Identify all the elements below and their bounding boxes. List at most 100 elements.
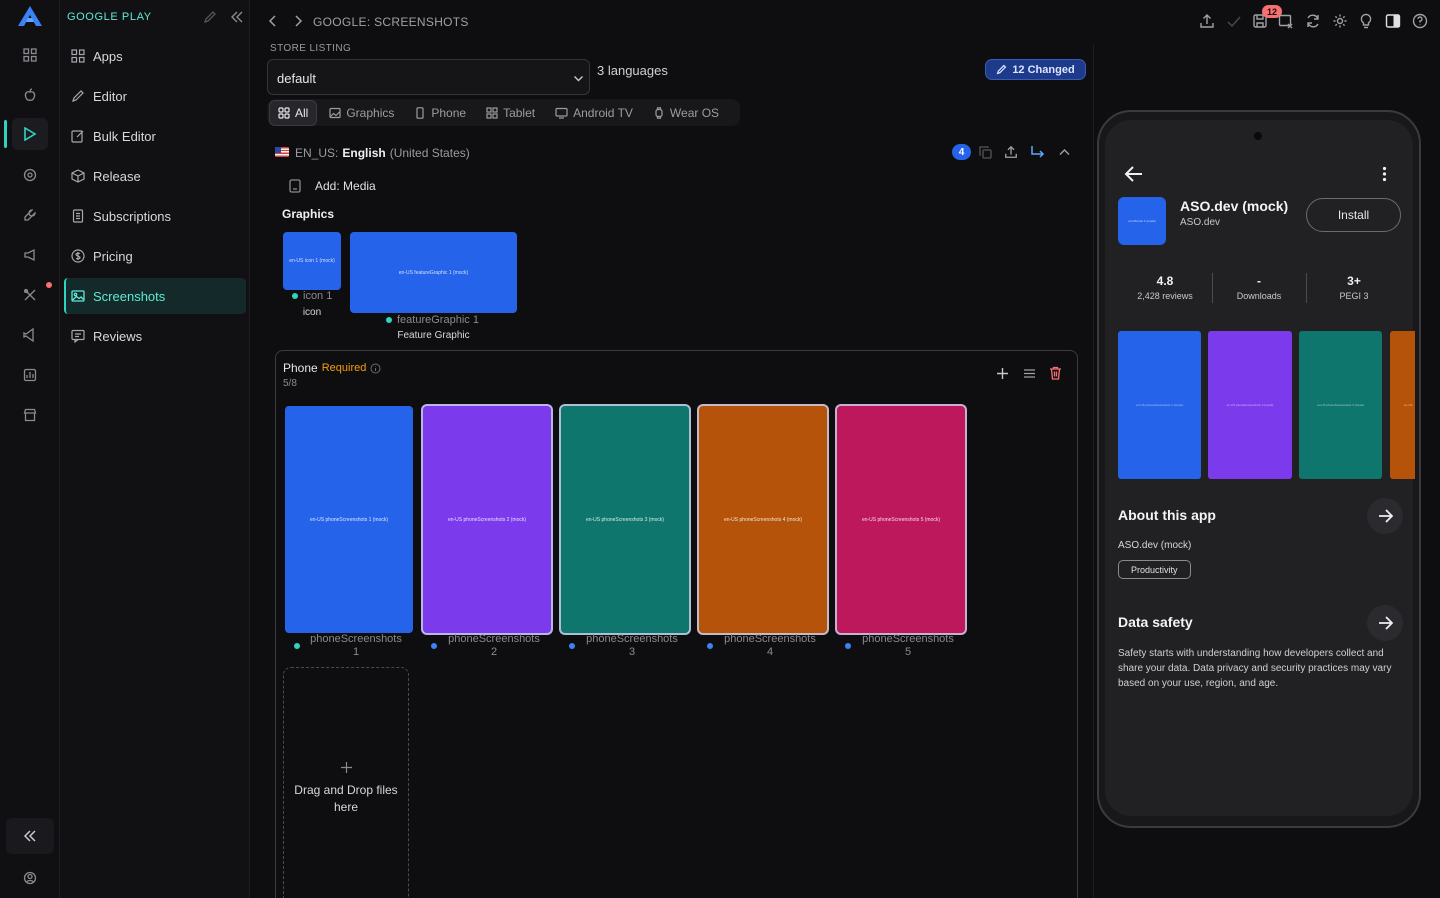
filter-phone[interactable]: Phone bbox=[406, 100, 474, 126]
pegi-value: 3+ bbox=[1347, 274, 1361, 288]
filter-android-tv[interactable]: Android TV bbox=[547, 100, 641, 126]
back-arrow-icon[interactable] bbox=[1124, 165, 1143, 183]
branch-arrow-icon[interactable] bbox=[1030, 145, 1045, 159]
filter-label: Android TV bbox=[573, 105, 633, 120]
nav-item-release[interactable]: Release bbox=[64, 158, 246, 194]
filter-label: All bbox=[295, 105, 309, 120]
forward-arrow-icon[interactable] bbox=[292, 15, 304, 27]
downloads-label: Downloads bbox=[1236, 291, 1282, 301]
screenshot-label-index: 5 bbox=[904, 646, 912, 658]
nav-item-label: Release bbox=[93, 168, 141, 184]
preview-screenshot: en-US phoneScreenshots 1 (mock) bbox=[1118, 331, 1201, 479]
nav-item-apps[interactable]: Apps bbox=[64, 38, 246, 74]
account-icon[interactable] bbox=[12, 862, 48, 894]
collapse-rail-icon[interactable] bbox=[6, 818, 54, 854]
nav-item-editor[interactable]: Editor bbox=[64, 78, 246, 114]
phone-screenshot[interactable]: en-US phoneScreenshots 2 (mock) bbox=[421, 404, 553, 635]
languages-count: 3 languages bbox=[597, 63, 668, 78]
filter-tablet[interactable]: Tablet bbox=[478, 100, 543, 126]
wrench-icon[interactable] bbox=[12, 199, 48, 231]
nav-item-screenshots[interactable]: Screenshots bbox=[64, 278, 246, 314]
preview-screenshot: en-US phoneScreenshots 3 (mock) bbox=[1299, 331, 1382, 479]
screenshot-label-name: phoneScreenshots bbox=[862, 633, 954, 645]
phone-screenshot[interactable]: en-US phoneScreenshots 5 (mock) bbox=[835, 404, 967, 635]
settings-icon[interactable] bbox=[1332, 13, 1348, 29]
megaphone-icon[interactable] bbox=[12, 239, 48, 271]
nav-item-label: Reviews bbox=[93, 328, 143, 344]
store-icon[interactable] bbox=[12, 399, 48, 431]
aso-logo[interactable] bbox=[17, 5, 43, 27]
info-icon[interactable] bbox=[370, 363, 381, 374]
phone-screenshot[interactable]: en-US phoneScreenshots 1 (mock) bbox=[285, 406, 413, 633]
phone-section-title: Phone Required bbox=[283, 361, 381, 375]
target-icon[interactable] bbox=[12, 159, 48, 191]
filter-graphics[interactable]: Graphics bbox=[321, 100, 402, 126]
about-arrow-icon[interactable] bbox=[1367, 498, 1403, 534]
changed-badge[interactable]: 12 Changed bbox=[985, 59, 1086, 80]
pencil-icon[interactable] bbox=[203, 10, 217, 24]
pegi-stat: 3+ PEGI 3 bbox=[1307, 274, 1401, 301]
listing-select[interactable]: default bbox=[267, 59, 590, 95]
install-button[interactable]: Install bbox=[1306, 198, 1401, 232]
list-icon[interactable] bbox=[1023, 367, 1036, 380]
category-chip[interactable]: Productivity bbox=[1118, 560, 1191, 579]
image-remove-icon[interactable] bbox=[1278, 13, 1294, 29]
dropzone[interactable]: Drag and Drop files here bbox=[283, 667, 409, 898]
phone-screenshot[interactable]: en-US phoneScreenshots 4 (mock) bbox=[697, 404, 829, 635]
changed-badge-label: 12 Changed bbox=[1012, 63, 1075, 76]
upload-icon[interactable] bbox=[1004, 145, 1018, 159]
apps-grid-icon[interactable] bbox=[12, 39, 48, 71]
add-media-icon[interactable] bbox=[289, 179, 302, 193]
preview-screenshot: en-US phoneScreenshots 2 (mock) bbox=[1208, 331, 1292, 479]
check-icon[interactable] bbox=[1226, 13, 1242, 29]
package-icon bbox=[71, 169, 85, 183]
help-icon[interactable] bbox=[1412, 13, 1428, 29]
filter-label: Phone bbox=[431, 105, 467, 120]
data-safety-title: Data safety bbox=[1118, 614, 1193, 630]
reviews-label: 2,428 reviews bbox=[1137, 291, 1193, 301]
google-play-icon[interactable] bbox=[4, 118, 48, 150]
phone-screenshot[interactable]: en-US phoneScreenshots 3 (mock) bbox=[559, 404, 691, 635]
panel-toggle-icon[interactable] bbox=[1385, 13, 1401, 29]
filter-wear-os[interactable]: Wear OS bbox=[645, 100, 727, 126]
nav-item-pricing[interactable]: Pricing bbox=[64, 238, 246, 274]
filter-all[interactable]: All bbox=[269, 99, 318, 126]
apple-icon[interactable] bbox=[12, 79, 48, 111]
upload-icon[interactable] bbox=[1199, 13, 1215, 29]
back-arrow-icon[interactable] bbox=[267, 15, 279, 27]
locale-title[interactable]: EN_US: English (United States) bbox=[295, 146, 470, 160]
lightbulb-icon[interactable] bbox=[1358, 13, 1374, 29]
icon-thumbnail[interactable]: en-US icon 1 (mock) bbox=[283, 232, 341, 290]
filter-label: Tablet bbox=[503, 105, 536, 120]
rating-stat: 4.8 2,428 reviews bbox=[1118, 274, 1212, 301]
feature-graphic-thumbnail[interactable]: en-US featureGraphic 1 (mock) bbox=[350, 232, 517, 313]
trash-icon[interactable] bbox=[1049, 366, 1062, 380]
more-vert-icon[interactable] bbox=[1382, 166, 1387, 182]
add-media-button[interactable]: Add: Media bbox=[315, 179, 376, 193]
add-icon[interactable] bbox=[996, 367, 1009, 380]
camera-notch bbox=[1254, 132, 1262, 140]
nav-item-bulk-editor[interactable]: Bulk Editor bbox=[64, 118, 246, 154]
locale-region: (United States) bbox=[389, 146, 470, 160]
screenshot-label-index: 1 bbox=[352, 646, 360, 658]
phone-icon bbox=[416, 106, 424, 119]
data-safety-text: Safety starts with understanding how dev… bbox=[1118, 648, 1392, 689]
analytics-icon[interactable] bbox=[12, 359, 48, 391]
feature-file-label: featureGraphic 1 bbox=[397, 314, 479, 326]
vscode-icon[interactable] bbox=[12, 319, 48, 351]
copy-icon[interactable] bbox=[979, 146, 992, 159]
required-label: Required bbox=[321, 362, 367, 374]
icon-type-label: icon bbox=[302, 307, 322, 318]
preview-developer: ASO.dev bbox=[1180, 217, 1221, 228]
watch-icon bbox=[655, 106, 663, 119]
chevron-up-icon[interactable] bbox=[1058, 146, 1071, 159]
image-icon bbox=[329, 107, 341, 118]
nav-item-subscriptions[interactable]: Subscriptions bbox=[64, 198, 246, 234]
tools-icon[interactable] bbox=[12, 279, 48, 311]
listing-select-value: default bbox=[277, 71, 317, 86]
data-safety-arrow-icon[interactable] bbox=[1367, 605, 1403, 641]
refresh-icon[interactable] bbox=[1305, 13, 1321, 29]
nav-item-reviews[interactable]: Reviews bbox=[64, 318, 246, 354]
chevron-down-icon bbox=[573, 73, 584, 84]
collapse-nav-icon[interactable] bbox=[230, 10, 244, 24]
